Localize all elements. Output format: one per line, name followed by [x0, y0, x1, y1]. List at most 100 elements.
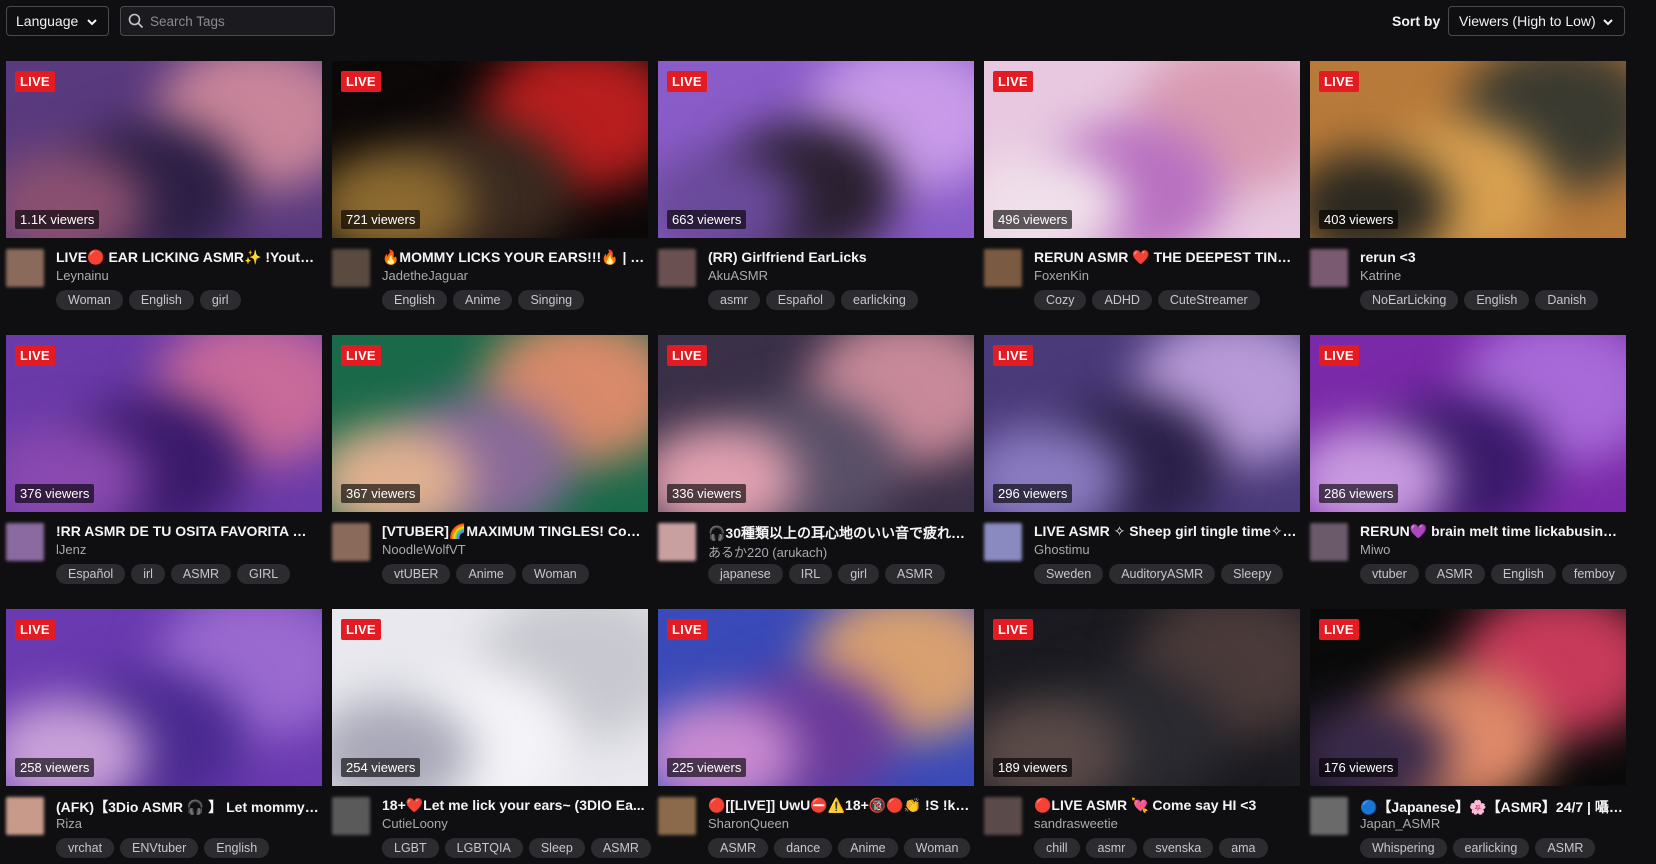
- tag-chip[interactable]: Cozy: [1034, 290, 1087, 310]
- stream-title[interactable]: 🎧30種類以上の耳心地のいい音で疲れを...: [708, 523, 972, 543]
- tag-chip[interactable]: LGBTQIA: [444, 838, 523, 858]
- stream-title[interactable]: (AFK)【3Dio ASMR 🎧 】 Let mommy t...: [56, 797, 320, 817]
- stream-title[interactable]: 🔥MOMMY LICKS YOUR EARS!!!🔥 | !p...: [382, 249, 646, 266]
- tag-chip[interactable]: svenska: [1143, 838, 1214, 858]
- avatar[interactable]: [984, 249, 1022, 287]
- stream-card[interactable]: LIVE 286 viewers RERUN💜 brain melt time li…: [1310, 335, 1627, 596]
- stream-card[interactable]: LIVE 176 viewers 🔵【Japanese】🌸【ASMR】24/7 | …: [1310, 609, 1626, 864]
- tag-chip[interactable]: vtUBER: [382, 564, 451, 584]
- stream-card[interactable]: LIVE 225 viewers 🔴[[LIVE]] UwU⛔⚠️18+🔞🔴👏 !S…: [658, 609, 974, 864]
- tag-chip[interactable]: Sleep: [528, 838, 585, 858]
- stream-title[interactable]: (RR) Girlfriend EarLicks: [708, 249, 972, 265]
- tag-chip[interactable]: ASMR: [170, 564, 232, 584]
- streamer-name[interactable]: JadetheJaguar: [382, 268, 468, 283]
- stream-thumbnail[interactable]: LIVE 1.1K viewers: [6, 61, 322, 238]
- tag-chip[interactable]: girl: [199, 290, 241, 310]
- stream-title[interactable]: !RR ASMR DE TU OSITA FAVORITA 🧸 ...: [56, 523, 320, 540]
- avatar[interactable]: [6, 523, 44, 561]
- streamer-name[interactable]: lJenz: [56, 542, 86, 557]
- stream-title[interactable]: LIVE🔴 EAR LICKING ASMR✨ !Youtube !social…: [56, 249, 320, 266]
- stream-card[interactable]: LIVE 403 viewers rerun <3 Katrine NoEarLicki…: [1310, 61, 1626, 322]
- tag-chip[interactable]: vrchat: [56, 838, 115, 858]
- avatar[interactable]: [332, 797, 370, 835]
- avatar[interactable]: [332, 523, 370, 561]
- search-tags-box[interactable]: [120, 6, 335, 36]
- tag-chip[interactable]: ASMR: [708, 838, 769, 858]
- tag-chip[interactable]: AuditoryASMR: [1109, 564, 1216, 584]
- stream-thumbnail[interactable]: LIVE 254 viewers: [332, 609, 648, 786]
- sort-dropdown[interactable]: Viewers (High to Low): [1448, 6, 1625, 36]
- streamer-name[interactable]: Ghostimu: [1034, 542, 1090, 557]
- streamer-name[interactable]: NoodleWolfVT: [382, 542, 466, 557]
- stream-card[interactable]: LIVE 254 viewers 18+❤️Let me lick your ear…: [332, 609, 651, 864]
- stream-card[interactable]: LIVE 258 viewers (AFK)【3Dio ASMR 🎧 】 Let m…: [6, 609, 322, 864]
- avatar[interactable]: [1310, 797, 1348, 835]
- tag-chip[interactable]: Español: [765, 290, 835, 310]
- language-dropdown[interactable]: Language: [6, 6, 109, 36]
- avatar[interactable]: [332, 249, 370, 287]
- tag-chip[interactable]: English: [1490, 564, 1556, 584]
- stream-card[interactable]: LIVE 189 viewers 🔴LIVE ASMR 💘 Come say HI …: [984, 609, 1300, 864]
- avatar[interactable]: [658, 249, 696, 287]
- streamer-name[interactable]: SharonQueen: [708, 816, 789, 831]
- avatar[interactable]: [658, 523, 696, 561]
- avatar[interactable]: [658, 797, 696, 835]
- search-tags-input[interactable]: [150, 13, 330, 29]
- tag-chip[interactable]: asmr: [1085, 838, 1138, 858]
- stream-card[interactable]: LIVE 296 viewers LIVE ASMR ✧ Sheep girl ti…: [984, 335, 1300, 596]
- tag-chip[interactable]: LGBT: [382, 838, 439, 858]
- tag-chip[interactable]: vtuber: [1360, 564, 1419, 584]
- streamer-name[interactable]: あるか220 (arukach): [708, 542, 827, 561]
- stream-card[interactable]: LIVE 1.1K viewers LIVE🔴 EAR LICKING ASMR✨ …: [6, 61, 322, 322]
- avatar[interactable]: [6, 797, 44, 835]
- stream-thumbnail[interactable]: LIVE 376 viewers: [6, 335, 322, 512]
- tag-chip[interactable]: earlicking: [840, 290, 918, 310]
- streamer-name[interactable]: AkuASMR: [708, 268, 768, 283]
- stream-card[interactable]: LIVE 721 viewers 🔥MOMMY LICKS YOUR EARS!!!…: [332, 61, 648, 322]
- tag-chip[interactable]: NoEarLicking: [1360, 290, 1459, 310]
- tag-chip[interactable]: English: [1464, 290, 1530, 310]
- tag-chip[interactable]: Sweden: [1034, 564, 1104, 584]
- stream-thumbnail[interactable]: LIVE 286 viewers: [1310, 335, 1626, 512]
- streamer-name[interactable]: sandrasweetie: [1034, 816, 1118, 831]
- stream-thumbnail[interactable]: LIVE 225 viewers: [658, 609, 974, 786]
- stream-thumbnail[interactable]: LIVE 336 viewers: [658, 335, 974, 512]
- stream-card[interactable]: LIVE 376 viewers !RR ASMR DE TU OSITA FAVO…: [6, 335, 322, 596]
- stream-thumbnail[interactable]: LIVE 721 viewers: [332, 61, 648, 238]
- stream-title[interactable]: LIVE ASMR ✧ Sheep girl tingle time✧ ...: [1034, 523, 1298, 540]
- tag-chip[interactable]: ASMR: [884, 564, 945, 584]
- stream-thumbnail[interactable]: LIVE 176 viewers: [1310, 609, 1626, 786]
- streamer-name[interactable]: Leynainu: [56, 268, 109, 283]
- tag-chip[interactable]: English: [382, 290, 447, 310]
- tag-chip[interactable]: Singing: [518, 290, 585, 310]
- stream-title[interactable]: 🔴[[LIVE]] UwU⛔⚠️18+🔞🔴👏 !S !king...: [708, 797, 972, 814]
- avatar[interactable]: [1310, 523, 1348, 561]
- tag-chip[interactable]: japanese: [708, 564, 783, 584]
- tag-chip[interactable]: ama: [1219, 838, 1268, 858]
- tag-chip[interactable]: English: [204, 838, 270, 858]
- streamer-name[interactable]: FoxenKin: [1034, 268, 1089, 283]
- tag-chip[interactable]: ENVtuber: [120, 838, 199, 858]
- streamer-name[interactable]: Japan_ASMR: [1360, 816, 1440, 831]
- stream-title[interactable]: rerun <3: [1360, 249, 1624, 265]
- avatar[interactable]: [1310, 249, 1348, 287]
- tag-chip[interactable]: GIRL: [237, 564, 291, 584]
- tag-chip[interactable]: Sleepy: [1221, 564, 1284, 584]
- tag-chip[interactable]: Whispering: [1360, 838, 1447, 858]
- tag-chip[interactable]: ADHD: [1092, 290, 1152, 310]
- tag-chip[interactable]: ASMR: [590, 838, 651, 858]
- avatar[interactable]: [984, 523, 1022, 561]
- stream-card[interactable]: LIVE 496 viewers RERUN ASMR ❤️ THE DEEPEST…: [984, 61, 1300, 322]
- stream-title[interactable]: 🔴LIVE ASMR 💘 Come say HI <3: [1034, 797, 1298, 814]
- stream-title[interactable]: 18+❤️Let me lick your ears~ (3DIO Ea...: [382, 797, 646, 814]
- stream-card[interactable]: LIVE 336 viewers 🎧30種類以上の耳心地のいい音で疲れを... あるか…: [658, 335, 974, 596]
- tag-chip[interactable]: CuteStreamer: [1157, 290, 1260, 310]
- tag-chip[interactable]: chill: [1034, 838, 1080, 858]
- stream-thumbnail[interactable]: LIVE 403 viewers: [1310, 61, 1626, 238]
- tag-chip[interactable]: earlicking: [1452, 838, 1530, 858]
- tag-chip[interactable]: Woman: [521, 564, 589, 584]
- tag-chip[interactable]: irl: [131, 564, 165, 584]
- tag-chip[interactable]: Anime: [453, 290, 513, 310]
- stream-title[interactable]: 🔵【Japanese】🌸【ASMR】24/7 | 囁き...: [1360, 797, 1624, 817]
- streamer-name[interactable]: Miwo: [1360, 542, 1390, 557]
